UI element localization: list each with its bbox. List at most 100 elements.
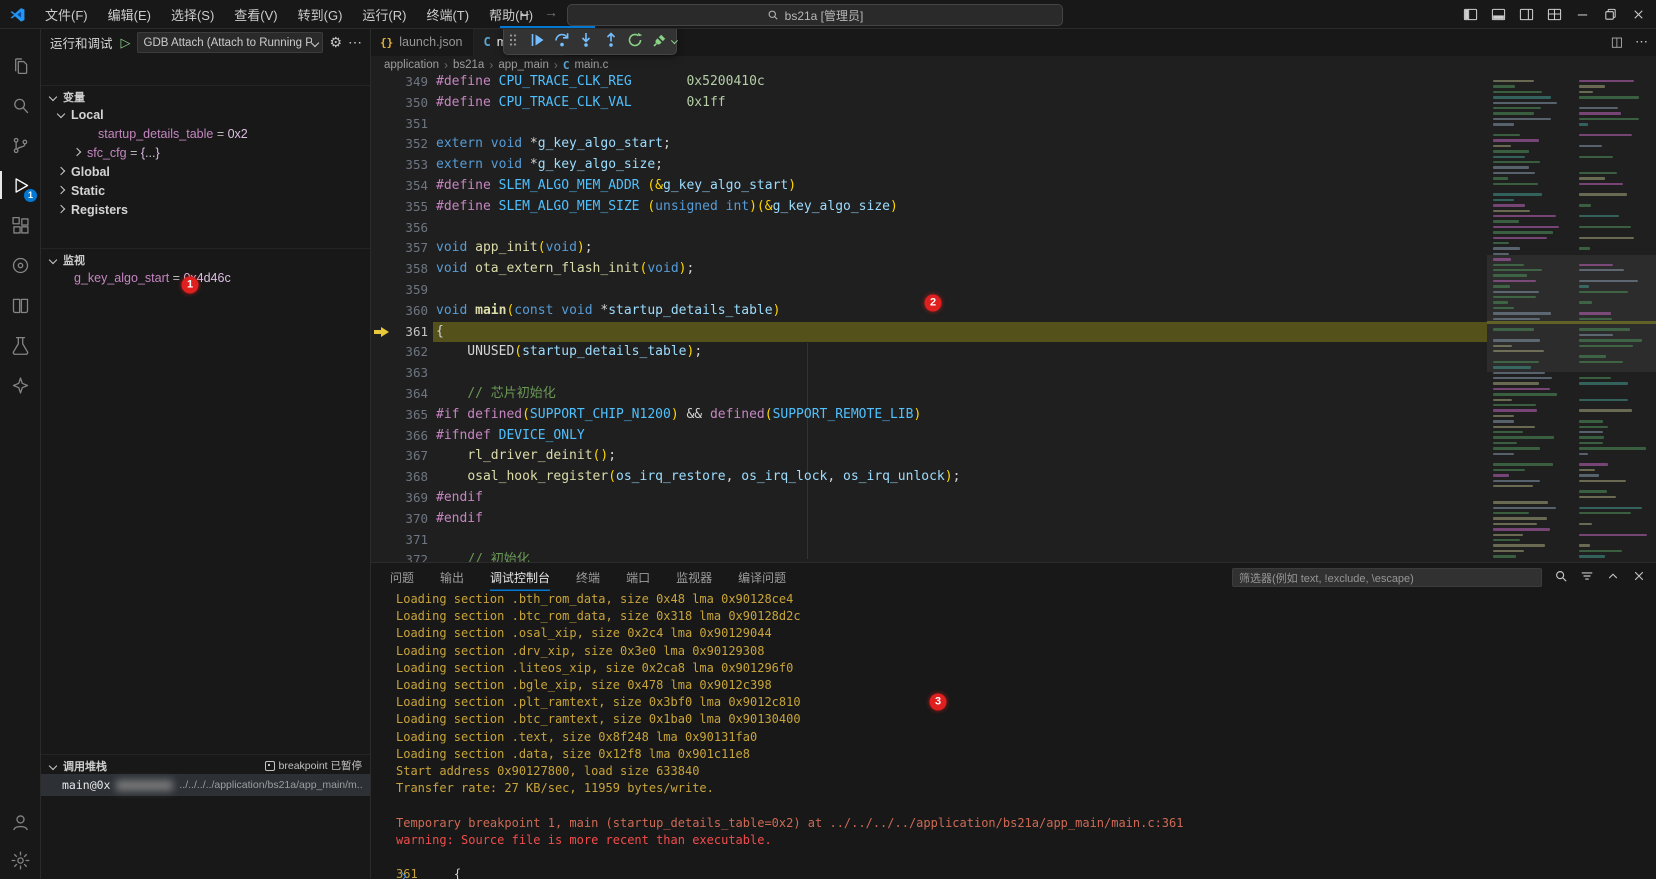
close-icon[interactable]	[1624, 0, 1652, 28]
navigate-back-icon[interactable]: ←	[514, 4, 536, 20]
restore-icon[interactable]	[1596, 0, 1624, 28]
line-number[interactable]: 368	[370, 467, 428, 488]
line-number[interactable]: 372	[370, 550, 428, 562]
menu-item[interactable]: 运行(R)	[353, 2, 415, 27]
line-number[interactable]: 364	[370, 384, 428, 405]
editor-tab-launch.json[interactable]: {}launch.json	[370, 28, 474, 56]
line-number[interactable]: 366	[370, 426, 428, 447]
activity-item-docs-icon[interactable]	[0, 286, 40, 324]
code-editor[interactable]: 349#define CPU_TRACE_CLK_REG 0x5200410c3…	[370, 74, 1487, 562]
toggle-secondary-sidebar-icon[interactable]	[1512, 0, 1540, 28]
scope-local[interactable]: Local	[40, 105, 370, 124]
more-actions-icon[interactable]: ⋯	[1635, 34, 1648, 50]
line-number[interactable]: 358	[370, 259, 428, 280]
activity-item-explorer-icon[interactable]	[0, 46, 40, 84]
breadcrumb-item[interactable]: main.c	[574, 59, 608, 71]
line-number[interactable]: 353	[370, 155, 428, 176]
line-number[interactable]: 351	[370, 114, 428, 135]
menu-item[interactable]: 文件(F)	[36, 2, 97, 27]
line-number[interactable]: 369	[370, 488, 428, 509]
restart-button[interactable]	[627, 30, 645, 50]
split-editor-icon[interactable]: ◫	[1611, 34, 1623, 50]
minimap[interactable]	[1487, 74, 1656, 562]
menu-item[interactable]: 查看(V)	[225, 2, 286, 27]
line-number[interactable]: 354	[370, 176, 428, 197]
gear-icon[interactable]: ⚙	[329, 34, 342, 51]
search-icon[interactable]	[1554, 569, 1568, 586]
activity-item-run-and-debug-icon[interactable]: 1	[0, 166, 40, 204]
activity-item-extensions-icon[interactable]	[0, 206, 40, 244]
activity-item-search-icon[interactable]	[0, 86, 40, 124]
watch-section-header[interactable]: 监视	[40, 248, 370, 270]
panel-tab-终端[interactable]: 终端	[576, 563, 600, 591]
step-out-button[interactable]	[602, 30, 620, 50]
line-number[interactable]: 359	[370, 280, 428, 301]
filter-list-icon[interactable]	[1580, 569, 1594, 586]
window-controls	[1456, 0, 1656, 28]
line-number[interactable]: 367	[370, 446, 428, 467]
watch-expression-row[interactable]: g_key_algo_start = 0x4d46c	[40, 268, 370, 287]
chevron-up-icon[interactable]	[1606, 569, 1620, 586]
activity-item-settings-icon[interactable]	[0, 841, 40, 879]
more-actions-icon[interactable]: ⋯	[348, 34, 362, 51]
debug-config-select[interactable]: GDB Attach (Attach to Running Pro(	[137, 32, 324, 53]
line-number[interactable]: 350	[370, 93, 428, 114]
line-number[interactable]: 357	[370, 238, 428, 259]
command-center-search[interactable]: bs21a [管理员]	[567, 4, 1063, 26]
line-number[interactable]: 363	[370, 363, 428, 384]
line-number[interactable]: 371	[370, 530, 428, 551]
variable-row[interactable]: sfc_cfg = {...}	[40, 143, 370, 162]
scope-static[interactable]: Static	[40, 181, 370, 200]
line-number[interactable]: 356	[370, 218, 428, 239]
stack-frame-row[interactable]: main@0x ../../../../application/bs21a/ap…	[40, 774, 370, 796]
bottom-panel: 问题输出调试控制台终端端口监视器编译问题 筛选器(例如 text, !exclu…	[370, 562, 1656, 879]
line-number[interactable]: 352	[370, 134, 428, 155]
annotation-circle-3: 3	[930, 694, 947, 711]
breadcrumb-item[interactable]: app_main	[498, 59, 549, 71]
panel-tab-输出[interactable]: 输出	[440, 563, 464, 591]
step-into-button[interactable]	[578, 30, 596, 50]
disconnect-button[interactable]	[651, 30, 669, 50]
activity-item-remote-explorer-icon[interactable]	[0, 246, 40, 284]
menu-item[interactable]: 编辑(E)	[99, 2, 160, 27]
line-number[interactable]: 349	[370, 74, 428, 93]
line-number[interactable]: 362	[370, 342, 428, 363]
breadcrumb-item[interactable]: bs21a	[453, 59, 484, 71]
panel-tab-编译问题[interactable]: 编译问题	[738, 563, 786, 591]
line-number[interactable]: 360	[370, 301, 428, 322]
debug-console-input[interactable]	[370, 867, 1656, 879]
customize-layout-icon[interactable]	[1540, 0, 1568, 28]
panel-tab-调试控制台[interactable]: 调试控制台	[490, 563, 550, 591]
activity-item-ai-assistant-icon[interactable]	[0, 366, 40, 404]
line-number[interactable]: 370	[370, 509, 428, 530]
chevron-down-icon[interactable]	[670, 37, 677, 44]
start-debug-button[interactable]: ▷	[121, 35, 131, 51]
console-line: Loading section .btc_rom_data, size 0x31…	[396, 608, 1636, 625]
continue-button[interactable]	[529, 30, 547, 50]
variable-row[interactable]: startup_details_table = 0x2	[40, 124, 370, 143]
scope-registers[interactable]: Registers	[40, 200, 370, 219]
menu-item[interactable]: 终端(T)	[417, 2, 478, 27]
navigate-forward-icon[interactable]: →	[540, 4, 562, 20]
scope-global[interactable]: Global	[40, 162, 370, 181]
panel-tab-问题[interactable]: 问题	[390, 563, 414, 591]
panel-tab-监视器[interactable]: 监视器	[676, 563, 712, 591]
line-number[interactable]: 365	[370, 405, 428, 426]
menu-item[interactable]: 选择(S)	[162, 2, 223, 27]
step-over-button[interactable]	[553, 30, 571, 50]
variables-section-header[interactable]: 变量	[40, 85, 370, 107]
close-panel-icon[interactable]	[1632, 569, 1646, 586]
minimize-icon[interactable]	[1568, 0, 1596, 28]
menu-item[interactable]: 转到(G)	[289, 2, 352, 27]
call-stack-section-header[interactable]: 调用堆栈 breakpoint 已暂停	[40, 754, 370, 776]
panel-tab-端口[interactable]: 端口	[626, 563, 650, 591]
activity-item-account-icon[interactable]	[0, 803, 40, 841]
activity-item-source-control-icon[interactable]	[0, 126, 40, 164]
breadcrumb-item[interactable]: application	[384, 59, 439, 71]
toggle-panel-icon[interactable]	[1484, 0, 1512, 28]
activity-item-test-icon[interactable]	[0, 326, 40, 364]
line-number[interactable]: 355	[370, 197, 428, 218]
breadcrumb[interactable]: application›bs21a›app_main›Cmain.c	[370, 56, 1656, 74]
console-filter-input[interactable]: 筛选器(例如 text, !exclude, \escape)	[1232, 568, 1542, 587]
toggle-sidebar-icon[interactable]	[1456, 0, 1484, 28]
